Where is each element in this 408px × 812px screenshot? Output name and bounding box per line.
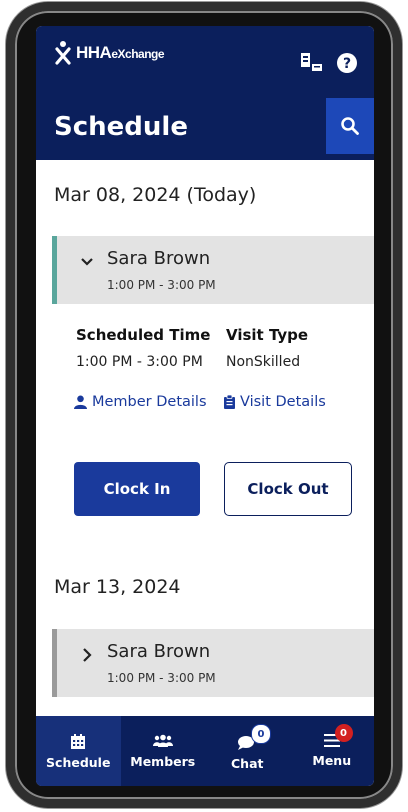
visit-card-collapsed[interactable]: Sara Brown 1:00 PM - 3:00 PM bbox=[52, 629, 374, 697]
nav-item-schedule[interactable]: Schedule bbox=[36, 716, 121, 786]
visit-type-label: Visit Type bbox=[226, 326, 309, 344]
app-screen: HHAeXchange ? Schedule Mar 08, 2024 (Tod… bbox=[36, 26, 374, 786]
app-header: HHAeXchange ? Schedule bbox=[36, 26, 374, 160]
day-date-today: Mar 08, 2024 (Today) bbox=[54, 184, 257, 206]
visit-card-expanded[interactable]: Sara Brown 1:00 PM - 3:00 PM bbox=[52, 236, 374, 304]
scheduled-time-label: Scheduled Time bbox=[76, 326, 211, 344]
page-title: Schedule bbox=[54, 112, 188, 142]
clock-out-button[interactable]: Clock Out bbox=[224, 462, 352, 516]
nav-label-members: Members bbox=[130, 754, 196, 769]
visit-time: 1:00 PM - 3:00 PM bbox=[107, 671, 216, 685]
nav-item-members[interactable]: Members bbox=[121, 716, 206, 786]
day-date: Mar 13, 2024 bbox=[54, 576, 181, 598]
visit-type-value: NonSkilled bbox=[226, 354, 301, 370]
nav-item-chat[interactable]: 0 Chat bbox=[205, 716, 290, 786]
nav-label-menu: Menu bbox=[312, 753, 352, 768]
visit-member-name: Sara Brown bbox=[107, 641, 211, 662]
calendar-icon bbox=[71, 734, 86, 749]
bottom-nav: Schedule Members 0 Chat 0 Menu bbox=[36, 716, 374, 786]
menu-badge: 0 bbox=[334, 724, 353, 742]
clipboard-icon bbox=[224, 395, 235, 409]
chat-badge: 0 bbox=[251, 724, 271, 744]
language-icon[interactable] bbox=[300, 52, 324, 76]
nav-label-schedule: Schedule bbox=[46, 755, 111, 770]
visit-member-name: Sara Brown bbox=[107, 248, 211, 269]
visit-details-link[interactable]: Visit Details bbox=[224, 394, 326, 410]
brand-logo: HHAeXchange bbox=[54, 40, 165, 66]
visit-details-label: Visit Details bbox=[240, 394, 326, 410]
member-details-label: Member Details bbox=[92, 394, 207, 410]
help-icon[interactable]: ? bbox=[336, 52, 358, 78]
scheduled-time-value: 1:00 PM - 3:00 PM bbox=[76, 354, 203, 370]
search-button[interactable] bbox=[326, 98, 374, 154]
clock-in-button[interactable]: Clock In bbox=[74, 462, 200, 516]
person-icon bbox=[74, 395, 87, 409]
members-icon bbox=[152, 734, 173, 747]
nav-label-chat: Chat bbox=[231, 756, 264, 771]
logo-mark-icon bbox=[55, 41, 71, 65]
brand-name: HHA bbox=[76, 43, 112, 62]
search-icon bbox=[341, 117, 359, 135]
chevron-down-icon[interactable] bbox=[79, 254, 95, 270]
visit-time: 1:00 PM - 3:00 PM bbox=[107, 278, 216, 292]
nav-item-menu[interactable]: 0 Menu bbox=[290, 716, 375, 786]
member-details-link[interactable]: Member Details bbox=[74, 394, 207, 410]
brand-suffix: eXchange bbox=[111, 47, 165, 61]
svg-text:?: ? bbox=[343, 56, 351, 72]
chevron-right-icon[interactable] bbox=[79, 647, 95, 663]
